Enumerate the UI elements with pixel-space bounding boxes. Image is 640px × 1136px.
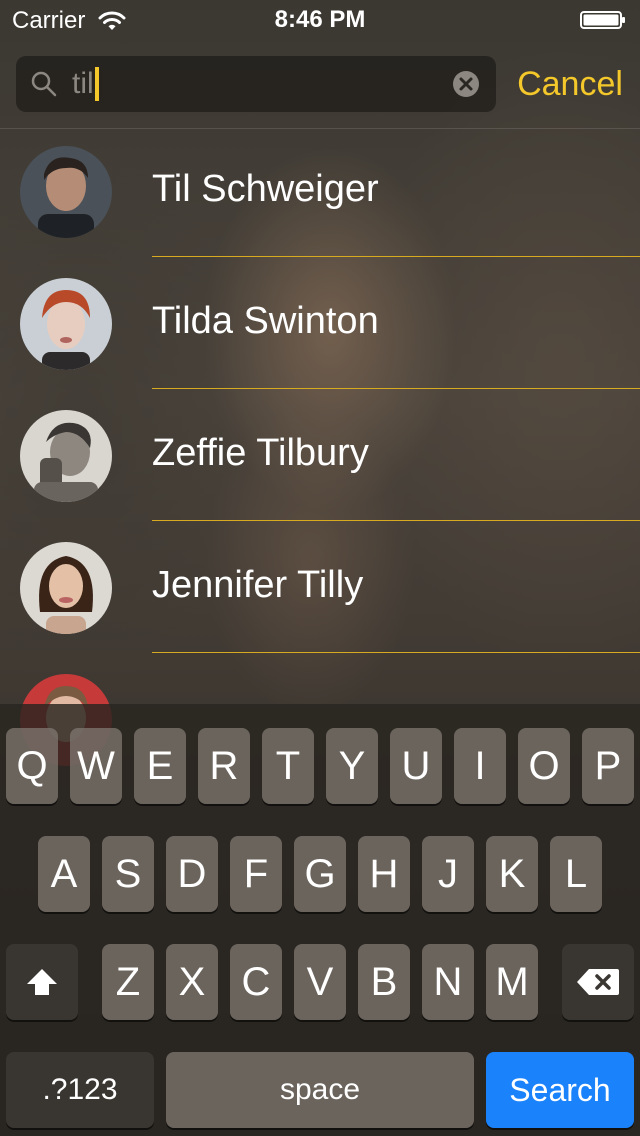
result-name: Jennifer Tilly (152, 564, 364, 606)
key-a[interactable]: A (38, 836, 90, 912)
clear-icon[interactable] (452, 70, 480, 98)
search-key[interactable]: Search (486, 1052, 634, 1128)
avatar (20, 278, 112, 370)
text-cursor (94, 67, 99, 101)
list-item[interactable]: Zeffie Tilbury (0, 392, 640, 524)
keyboard: Q W E R T Y U I O P A S D F G H J K L Z … (0, 704, 640, 1136)
key-t[interactable]: T (262, 728, 314, 804)
search-query: til (72, 67, 94, 100)
key-s[interactable]: S (102, 836, 154, 912)
key-m[interactable]: M (486, 944, 538, 1020)
list-item[interactable]: Jennifer Tilly (0, 524, 640, 656)
cancel-button[interactable]: Cancel (500, 60, 640, 108)
key-n[interactable]: N (422, 944, 474, 1020)
search-input[interactable]: til (16, 56, 496, 112)
key-p[interactable]: P (582, 728, 634, 804)
search-icon (31, 71, 57, 97)
key-w[interactable]: W (70, 728, 122, 804)
numbers-key[interactable]: .?123 (6, 1052, 154, 1128)
result-name: Til Schweiger (152, 168, 379, 210)
key-g[interactable]: G (294, 836, 346, 912)
shift-key[interactable] (6, 944, 78, 1020)
key-k[interactable]: K (486, 836, 538, 912)
result-name: Tilda Swinton (152, 300, 379, 342)
result-name: Zeffie Tilbury (152, 432, 369, 474)
shift-icon (27, 969, 57, 995)
key-y[interactable]: Y (326, 728, 378, 804)
key-r[interactable]: R (198, 728, 250, 804)
battery-icon (580, 11, 625, 29)
key-z[interactable]: Z (102, 944, 154, 1020)
key-i[interactable]: I (454, 728, 506, 804)
backspace-icon (577, 969, 619, 995)
key-x[interactable]: X (166, 944, 218, 1020)
key-c[interactable]: C (230, 944, 282, 1020)
list-item[interactable]: Tilda Swinton (0, 260, 640, 392)
key-b[interactable]: B (358, 944, 410, 1020)
key-f[interactable]: F (230, 836, 282, 912)
row-divider (152, 256, 640, 257)
key-e[interactable]: E (134, 728, 186, 804)
screen: Carrier 8:46 PM til Cancel Til Schweiger… (0, 0, 640, 1136)
avatar (20, 542, 112, 634)
key-h[interactable]: H (358, 836, 410, 912)
key-l[interactable]: L (550, 836, 602, 912)
list-item[interactable]: Til Schweiger (0, 128, 640, 260)
row-divider (152, 652, 640, 653)
key-q[interactable]: Q (6, 728, 58, 804)
key-v[interactable]: V (294, 944, 346, 1020)
space-key[interactable]: space (166, 1052, 474, 1128)
key-j[interactable]: J (422, 836, 474, 912)
backspace-key[interactable] (562, 944, 634, 1020)
search-query-wrap: til (72, 67, 99, 101)
key-u[interactable]: U (390, 728, 442, 804)
row-divider (152, 388, 640, 389)
avatar (20, 146, 112, 238)
status-bar: Carrier 8:46 PM (0, 0, 640, 40)
row-divider (152, 520, 640, 521)
key-o[interactable]: O (518, 728, 570, 804)
avatar (20, 410, 112, 502)
clock: 8:46 PM (274, 6, 366, 33)
key-d[interactable]: D (166, 836, 218, 912)
